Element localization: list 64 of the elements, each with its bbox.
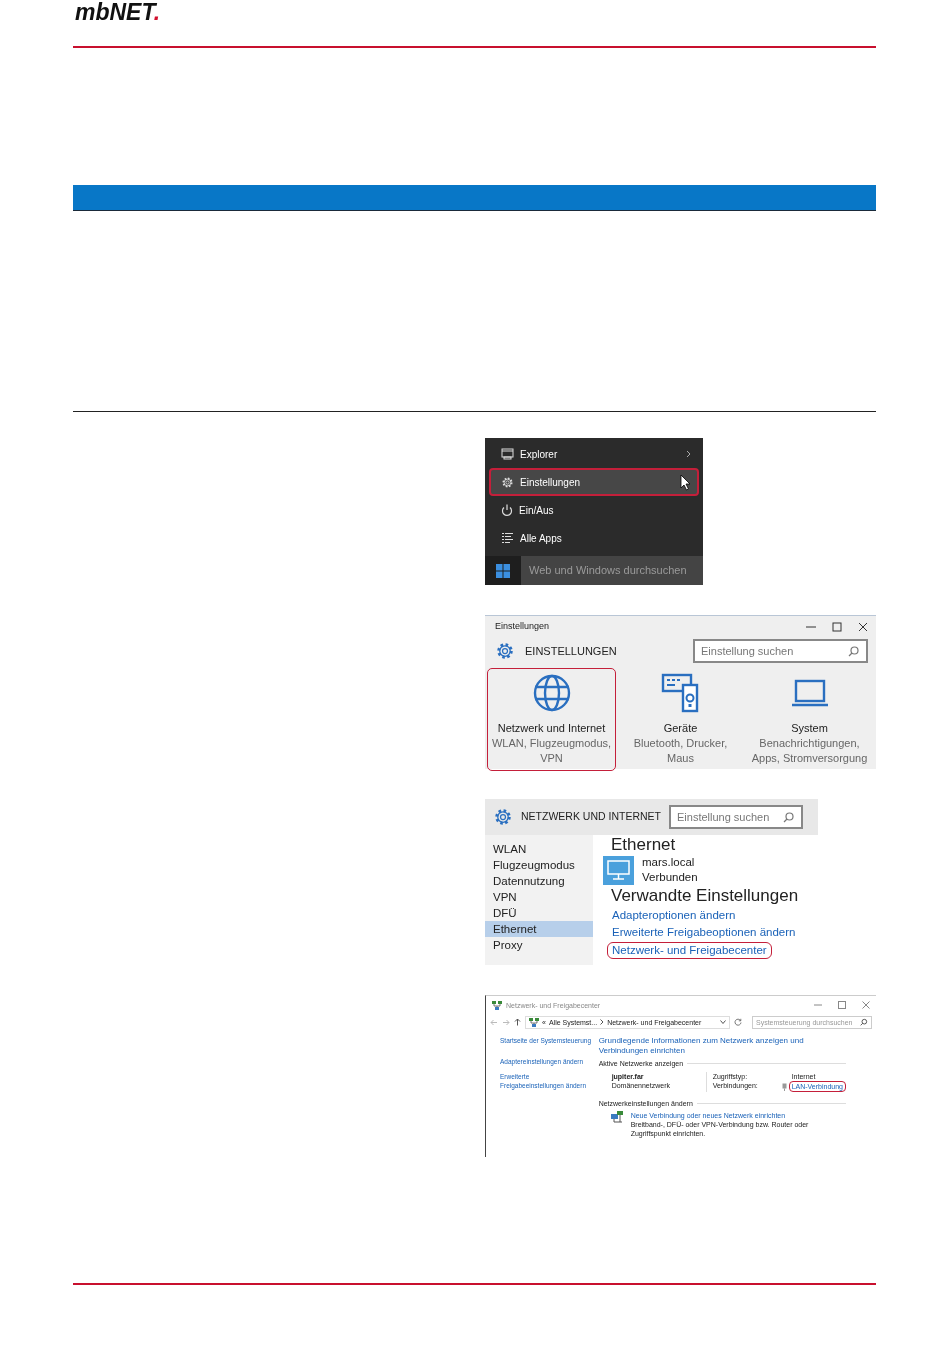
menu-item[interactable]: Explorer bbox=[489, 440, 699, 468]
tile-subtitle: WLAN, Flugzeugmodus, VPN bbox=[490, 736, 613, 766]
power-icon bbox=[501, 503, 513, 517]
menu-item-label: Alle Apps bbox=[520, 531, 563, 546]
window-title: Einstellungen bbox=[495, 620, 551, 634]
ethernet-icon bbox=[781, 1082, 787, 1091]
settings-link[interactable]: Netzwerk- und Freigabecenter bbox=[607, 941, 772, 959]
menu-item[interactable]: Einstellungen bbox=[489, 468, 699, 496]
tile-title: System bbox=[790, 721, 829, 736]
page-heading: Grundlegende Informationen zum Netzwerk anzeigen und Verbindungen einrichten bbox=[598, 1036, 805, 1056]
section-title: Verwandte Einstellungen bbox=[611, 885, 800, 907]
section-title: Ethernet bbox=[611, 835, 677, 855]
connection-name: mars.local bbox=[642, 855, 696, 870]
menu-item[interactable]: Alle Apps bbox=[489, 524, 699, 552]
cursor-icon bbox=[680, 473, 691, 491]
search-icon bbox=[860, 1018, 868, 1026]
network-icon bbox=[529, 1017, 539, 1027]
network-icon bbox=[492, 1000, 502, 1010]
forward-arrow-icon[interactable] bbox=[502, 1018, 510, 1026]
devices-icon bbox=[660, 673, 701, 713]
search-field[interactable]: Einstellung suchen bbox=[693, 639, 868, 663]
refresh-icon[interactable] bbox=[734, 1018, 742, 1026]
menu-item[interactable]: Ein/Aus bbox=[489, 496, 699, 524]
settings-icon bbox=[493, 807, 513, 827]
menu-item-label: Explorer bbox=[520, 447, 559, 462]
menu-item-label: Einstellungen bbox=[520, 475, 582, 490]
nav-item[interactable]: VPN bbox=[485, 889, 593, 905]
close-icon[interactable] bbox=[858, 622, 868, 632]
settings-tile[interactable]: System Benachrichtigungen, Apps, Stromversorgung bbox=[745, 668, 874, 771]
connection-status: Verbunden bbox=[642, 870, 698, 885]
settings-link[interactable]: Adapteroptionen ändern bbox=[607, 907, 741, 924]
nav-item[interactable]: Datennutzung bbox=[485, 873, 593, 889]
maximize-icon[interactable] bbox=[832, 622, 842, 632]
chevron-icon bbox=[600, 1019, 605, 1025]
nav-item[interactable]: Ethernet bbox=[485, 921, 593, 937]
nav-item[interactable]: Flugzeugmodus bbox=[485, 857, 593, 873]
settings-icon bbox=[501, 475, 514, 489]
nav-item[interactable]: DFÜ bbox=[485, 905, 593, 921]
settings-link[interactable]: Erweiterte Freigabeoptionen ändern bbox=[607, 924, 801, 942]
search-field[interactable]: Web und Windows durchsuchen bbox=[521, 556, 703, 585]
page-heading: NETZWERK UND INTERNET bbox=[521, 809, 661, 825]
search-icon bbox=[783, 811, 795, 823]
list-icon bbox=[501, 532, 514, 544]
nav-item[interactable]: WLAN bbox=[485, 841, 593, 857]
menu-item-label: Ein/Aus bbox=[519, 503, 555, 518]
maximize-icon[interactable] bbox=[838, 1001, 846, 1009]
tile-subtitle: Benachrichtigungen, Apps, Stromversorgung bbox=[750, 736, 869, 766]
dropdown-icon[interactable] bbox=[720, 1020, 726, 1024]
search-icon bbox=[848, 645, 860, 657]
nav-item[interactable]: Proxy bbox=[485, 937, 593, 953]
settings-tile[interactable]: Netzwerk und Internet WLAN, Flugzeugmodus, VPN bbox=[487, 668, 616, 771]
tile-title: Netzwerk und Internet bbox=[496, 721, 607, 736]
windows-icon[interactable] bbox=[496, 563, 510, 578]
search-field[interactable]: Einstellung suchen bbox=[669, 805, 803, 829]
settings-icon bbox=[495, 641, 515, 661]
back-arrow-icon[interactable] bbox=[490, 1018, 498, 1026]
settings-tile[interactable]: Geräte Bluetooth, Drucker, Maus bbox=[616, 668, 745, 771]
network-setup-icon bbox=[610, 1111, 625, 1123]
tile-title: Geräte bbox=[662, 721, 699, 736]
up-arrow-icon[interactable] bbox=[514, 1018, 521, 1026]
globe-icon bbox=[531, 673, 572, 713]
page-heading: EINSTELLUNGEN bbox=[525, 643, 618, 659]
monitor-icon bbox=[603, 855, 634, 885]
tile-subtitle: Bluetooth, Drucker, Maus bbox=[632, 736, 729, 766]
